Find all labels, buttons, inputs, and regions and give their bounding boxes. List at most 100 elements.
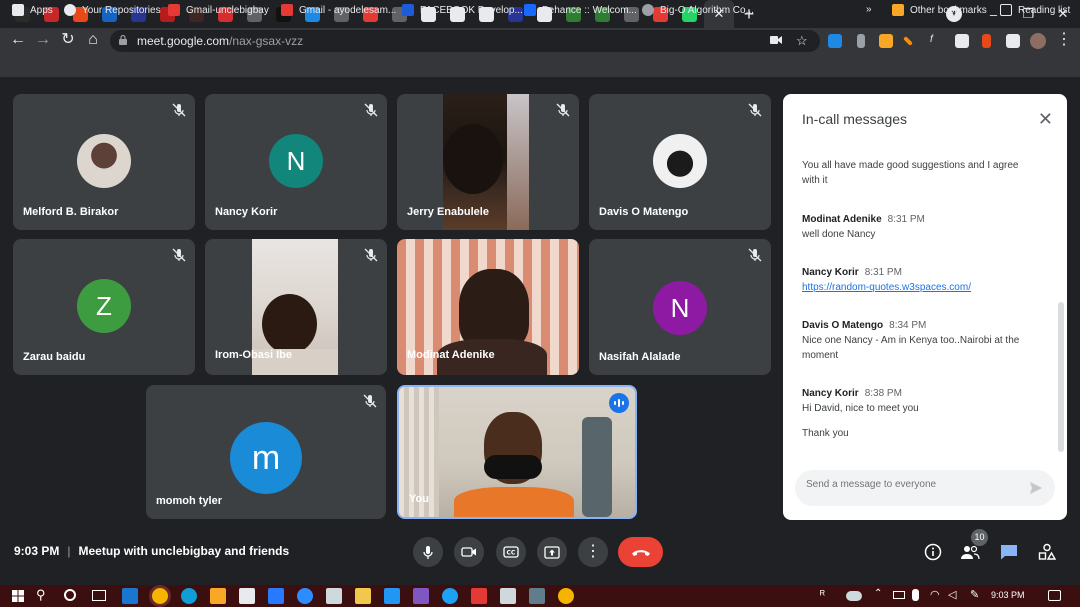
activities-button[interactable] (1036, 541, 1058, 563)
home-icon[interactable]: ⌂ (83, 30, 103, 50)
back-arrow-icon[interactable]: ← (8, 30, 28, 50)
bookmark-item[interactable]: Big-O Algorithm Co... (642, 4, 754, 16)
participant-tile[interactable]: Melford B. Birakor (13, 94, 195, 230)
chrome-icon[interactable] (558, 588, 574, 604)
chat-message: You all have made good suggestions and I… (802, 158, 1032, 188)
participant-tile[interactable]: N Nancy Korir (205, 94, 387, 230)
chrome-icon[interactable] (152, 588, 168, 604)
inkscape-icon[interactable] (529, 588, 545, 604)
vscode-icon[interactable] (384, 588, 400, 604)
menu-kebab-icon[interactable]: ⋮ (1054, 30, 1074, 50)
folder-icon[interactable] (210, 588, 226, 604)
mic-off-icon (748, 103, 762, 117)
participant-name: Jerry Enabulele (407, 206, 489, 218)
message-link[interactable]: https://random-quotes.w3spaces.com/ (802, 282, 971, 293)
chat-message: Nancy Korir 8:31 PM https://random-quotes… (802, 265, 1032, 295)
mic-off-icon (364, 103, 378, 117)
message-input[interactable] (806, 479, 1016, 490)
bookmark-item[interactable]: Apps (12, 4, 53, 16)
camera-permission-icon[interactable] (770, 34, 782, 48)
bookmark-item[interactable]: FACEBOOK Develop... (402, 4, 523, 16)
forward-arrow-icon[interactable]: → (33, 30, 53, 50)
address-bar[interactable]: meet.google.com/nax-gsax-vzz ☆ (110, 30, 820, 52)
message-sender: Modinat Adenike (802, 214, 882, 225)
notifications-icon[interactable] (1048, 590, 1061, 601)
leave-call-button[interactable] (618, 537, 663, 567)
present-now-button[interactable] (537, 537, 567, 567)
participant-name: Melford B. Birakor (23, 206, 119, 218)
more-vert-icon: ⋮ (585, 543, 601, 560)
extension-icon[interactable] (955, 34, 969, 48)
message-time: 8:31 PM (887, 214, 925, 225)
paint-icon[interactable] (355, 588, 371, 604)
participant-tile[interactable]: m momoh tyler (146, 385, 386, 519)
windows-start-icon[interactable] (12, 590, 24, 602)
translate-extension-icon[interactable] (828, 34, 842, 48)
reading-list[interactable]: Reading list (1000, 4, 1070, 16)
people-tray-icon[interactable]: ᴿ (820, 589, 825, 601)
cortana-icon[interactable] (64, 589, 76, 601)
meeting-details-button[interactable] (922, 541, 944, 563)
reload-icon[interactable]: ↻ (58, 30, 78, 50)
send-icon[interactable] (1029, 481, 1043, 495)
task-view-icon[interactable] (92, 590, 106, 601)
people-count-badge: 10 (971, 529, 988, 546)
todo-icon[interactable] (268, 588, 284, 604)
tray-chevron-icon[interactable]: ⌃ (874, 588, 882, 599)
pen-icon[interactable]: ✎ (970, 588, 979, 601)
message-text: Thank you (802, 428, 849, 439)
participant-tile[interactable]: N Nasifah Alalade (589, 239, 771, 375)
bookmark-star-icon[interactable]: ☆ (796, 33, 808, 49)
taskbar-clock[interactable]: 9:03 PM (991, 590, 1025, 600)
close-icon[interactable]: ✕ (1038, 110, 1053, 128)
docs-icon[interactable] (500, 588, 516, 604)
gmail-icon (281, 4, 293, 16)
extension-icon[interactable] (879, 34, 893, 48)
participant-tile[interactable]: Modinat Adenike (397, 239, 579, 375)
participant-tile[interactable]: Irom-Obasi Ibe (205, 239, 387, 375)
file-icon[interactable] (122, 588, 138, 604)
more-options-button[interactable]: ⋮ (578, 537, 608, 567)
mic-off-icon (172, 103, 186, 117)
zoom-icon[interactable] (297, 588, 313, 604)
apps-icon (12, 4, 24, 16)
bookmarks-overflow[interactable]: » (866, 4, 872, 15)
terminal-icon[interactable] (326, 588, 342, 604)
profile-avatar[interactable] (1030, 33, 1046, 49)
mail-icon[interactable] (239, 588, 255, 604)
extension-icon[interactable] (857, 34, 865, 48)
bookmark-item[interactable]: Behance :: Welcom... (524, 4, 637, 16)
participant-tile[interactable]: Davis O Matengo (589, 94, 771, 230)
twitter-icon[interactable] (442, 588, 458, 604)
formula-extension-icon[interactable]: f (930, 34, 944, 48)
message-time: 8:38 PM (864, 388, 902, 399)
edge-icon[interactable] (181, 588, 197, 604)
search-icon[interactable]: ⚲ (36, 587, 46, 603)
participant-tile[interactable]: Z Zarau baidu (13, 239, 195, 375)
participant-initial-avatar: N (269, 134, 323, 188)
participant-tile[interactable]: Jerry Enabulele (397, 94, 579, 230)
bookmark-item[interactable]: Gmail - ayodelesam... (281, 4, 396, 16)
chat-button[interactable] (998, 541, 1020, 563)
chat-message: Thank you (802, 426, 1032, 441)
volume-icon[interactable]: ◁ (948, 588, 956, 601)
microphone-button[interactable] (413, 537, 443, 567)
chat-scrollbar[interactable] (1058, 302, 1064, 452)
postman-icon[interactable] (413, 588, 429, 604)
participant-tile-self[interactable]: You (397, 385, 637, 519)
separator: | (67, 544, 71, 558)
bookmark-item[interactable]: Gmail-unclebigbay (168, 4, 269, 16)
participant-photo (77, 134, 131, 188)
people-icon (961, 545, 980, 560)
puzzle-extensions-icon[interactable] (1006, 34, 1020, 48)
camera-button[interactable] (454, 537, 484, 567)
captions-button[interactable]: CC (496, 537, 526, 567)
ccleaner-icon[interactable] (471, 588, 487, 604)
wifi-icon[interactable]: ◠ (930, 588, 940, 601)
weather-icon[interactable] (846, 591, 862, 601)
other-bookmarks[interactable]: Other bookmarks (892, 4, 987, 16)
meeting-details: 9:03 PM | Meetup with unclebigbay and frie… (14, 544, 289, 558)
bookmark-item[interactable]: Your Repositories (64, 4, 161, 16)
extension-icon[interactable] (982, 34, 991, 48)
in-call-messages-panel: In-call messages ✕ You all have made goo… (783, 94, 1067, 520)
